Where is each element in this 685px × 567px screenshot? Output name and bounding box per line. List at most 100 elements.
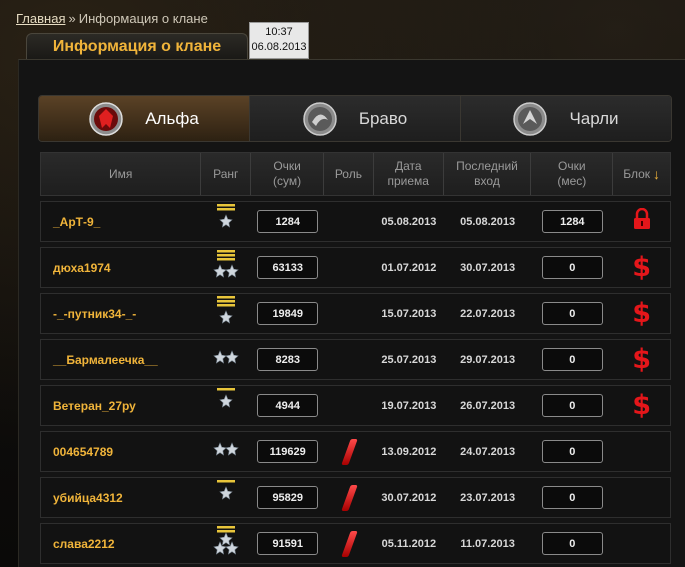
join-date: 05.08.2013 xyxy=(381,215,437,228)
column-points-total[interactable]: Очки (сум) xyxy=(251,153,324,195)
block-cell xyxy=(613,478,670,517)
points-month-cell: 0 xyxy=(531,524,613,563)
rank-1stripe-1star-icon xyxy=(211,386,241,425)
table-row[interactable]: Ветеран_27ру 4944 19.07.2013 26.07.2013 0 $ xyxy=(40,385,671,426)
breadcrumb-home-link[interactable]: Главная xyxy=(16,11,65,26)
table-row[interactable]: убийца4312 95829 30.07.2012 23.07.2013 0 xyxy=(40,477,671,518)
block-cell xyxy=(613,524,670,563)
column-name[interactable]: Имя xyxy=(41,153,202,195)
lock-icon[interactable] xyxy=(633,207,651,235)
points-total-value: 1284 xyxy=(257,210,319,233)
points-month-cell: 0 xyxy=(531,386,613,425)
points-total-cell: 63133 xyxy=(251,248,324,287)
member-name[interactable]: Ветеран_27ру xyxy=(41,386,202,425)
block-cell: $ xyxy=(613,340,670,379)
tab-charlie-label: Чарли xyxy=(569,108,619,128)
join-date: 13.09.2012 xyxy=(381,445,437,458)
role-slash-icon xyxy=(340,438,358,465)
tab-bravo[interactable]: Браво xyxy=(250,96,461,141)
table-row[interactable]: _АрТ-9_ 1284 05.08.2013 05.08.2013 1284 xyxy=(40,201,671,242)
points-month-value: 0 xyxy=(541,302,603,325)
breadcrumb-current: Информация о клане xyxy=(78,11,208,26)
alpha-emblem-icon xyxy=(89,101,123,136)
block-cell xyxy=(613,202,670,241)
tab-alpha-label: Альфа xyxy=(145,108,199,128)
date-label: 06.08.2013 xyxy=(251,41,307,53)
breadcrumb: Главная» Информация о клане xyxy=(16,11,208,26)
table-row[interactable]: -_-путник34-_- 19849 15.07.2013 22.07.2013 0… xyxy=(40,293,671,334)
role-cell xyxy=(324,524,374,563)
role-cell xyxy=(324,248,374,287)
member-name[interactable]: слава2212 xyxy=(41,524,202,563)
member-name[interactable]: дюха1974 xyxy=(41,248,202,287)
column-block-label: Блок xyxy=(623,166,651,181)
member-name[interactable]: _АрТ-9_ xyxy=(41,202,202,241)
charlie-emblem-icon xyxy=(513,101,548,136)
last-login: 11.07.2013 xyxy=(460,537,515,550)
rank-cell xyxy=(202,340,252,379)
table-row[interactable]: 004654789 119629 13.09.2012 24.07.2013 0 xyxy=(40,431,671,472)
role-slash-icon xyxy=(340,484,358,511)
join-date: 15.07.2013 xyxy=(381,307,437,320)
member-name[interactable]: -_-путник34-_- xyxy=(41,294,202,333)
points-month-cell: 0 xyxy=(531,340,613,379)
points-month-value: 0 xyxy=(541,348,603,371)
column-last-login[interactable]: Последний вход xyxy=(444,153,532,195)
points-month-value: 0 xyxy=(541,486,603,509)
dollar-icon[interactable]: $ xyxy=(632,298,651,329)
column-points-month[interactable]: Очки (мес) xyxy=(531,153,614,195)
last-login: 30.07.2013 xyxy=(460,261,516,274)
points-total-cell: 91591 xyxy=(251,524,324,563)
points-total-value: 119629 xyxy=(257,440,319,463)
block-cell: $ xyxy=(613,294,670,333)
table-row[interactable]: слава2212 91591 05.11.2012 11.07.2013 0 xyxy=(40,523,671,564)
role-cell xyxy=(324,478,374,517)
member-name[interactable]: 004654789 xyxy=(41,432,202,471)
points-total-cell: 95829 xyxy=(251,478,324,517)
role-cell xyxy=(324,340,374,379)
column-join-date[interactable]: Дата приема xyxy=(374,153,444,195)
table-row[interactable]: __Бармалеечка__ 8283 25.07.2013 29.07.2013 0… xyxy=(40,339,671,380)
column-rank[interactable]: Ранг xyxy=(201,153,252,195)
dollar-icon[interactable]: $ xyxy=(632,390,651,421)
tab-bravo-label: Браво xyxy=(358,108,408,128)
points-total-cell: 8283 xyxy=(251,340,324,379)
last-login: 24.07.2013 xyxy=(460,445,516,458)
points-month-cell: 0 xyxy=(531,432,613,471)
role-slash-icon xyxy=(340,530,358,557)
datetime-box: 10:37 06.08.2013 xyxy=(249,22,309,59)
rank-2star-icon xyxy=(211,340,241,379)
tab-alpha[interactable]: Альфа xyxy=(39,96,250,141)
role-cell xyxy=(324,202,374,241)
dollar-icon[interactable]: $ xyxy=(632,252,651,283)
table-row[interactable]: дюха1974 63133 01.07.2012 30.07.2013 0 $ xyxy=(40,247,671,288)
time-label: 10:37 xyxy=(265,26,293,38)
points-month-cell: 0 xyxy=(531,294,613,333)
points-month-value: 0 xyxy=(541,440,603,463)
points-total-value: 91591 xyxy=(257,532,319,555)
member-name[interactable]: убийца4312 xyxy=(41,478,202,517)
points-total-cell: 19849 xyxy=(251,294,324,333)
join-date: 30.07.2012 xyxy=(381,491,437,504)
points-month-cell: 0 xyxy=(531,478,613,517)
points-total-value: 8283 xyxy=(257,348,319,371)
column-block[interactable]: Блок ↓ xyxy=(613,153,670,195)
rank-cell xyxy=(202,478,252,517)
points-total-cell: 119629 xyxy=(251,432,324,471)
block-cell: $ xyxy=(613,386,670,425)
tab-charlie[interactable]: Чарли xyxy=(461,96,671,141)
block-cell xyxy=(613,432,670,471)
dollar-icon[interactable]: $ xyxy=(632,344,651,375)
rank-cell xyxy=(202,524,252,563)
last-login: 05.08.2013 xyxy=(460,215,516,228)
points-total-value: 95829 xyxy=(257,486,319,509)
rank-2stripe-3star-icon xyxy=(211,524,241,563)
points-month-value: 0 xyxy=(541,532,603,555)
rank-1stripe-1star-icon xyxy=(211,478,241,517)
table-header: Имя Ранг Очки (сум) Роль Дата приема Пос… xyxy=(40,152,671,196)
member-name[interactable]: __Бармалеечка__ xyxy=(41,340,202,379)
points-month-cell: 0 xyxy=(531,248,613,287)
join-date: 05.11.2012 xyxy=(381,537,437,550)
column-role[interactable]: Роль xyxy=(324,153,374,195)
breadcrumb-separator: » xyxy=(68,11,76,26)
